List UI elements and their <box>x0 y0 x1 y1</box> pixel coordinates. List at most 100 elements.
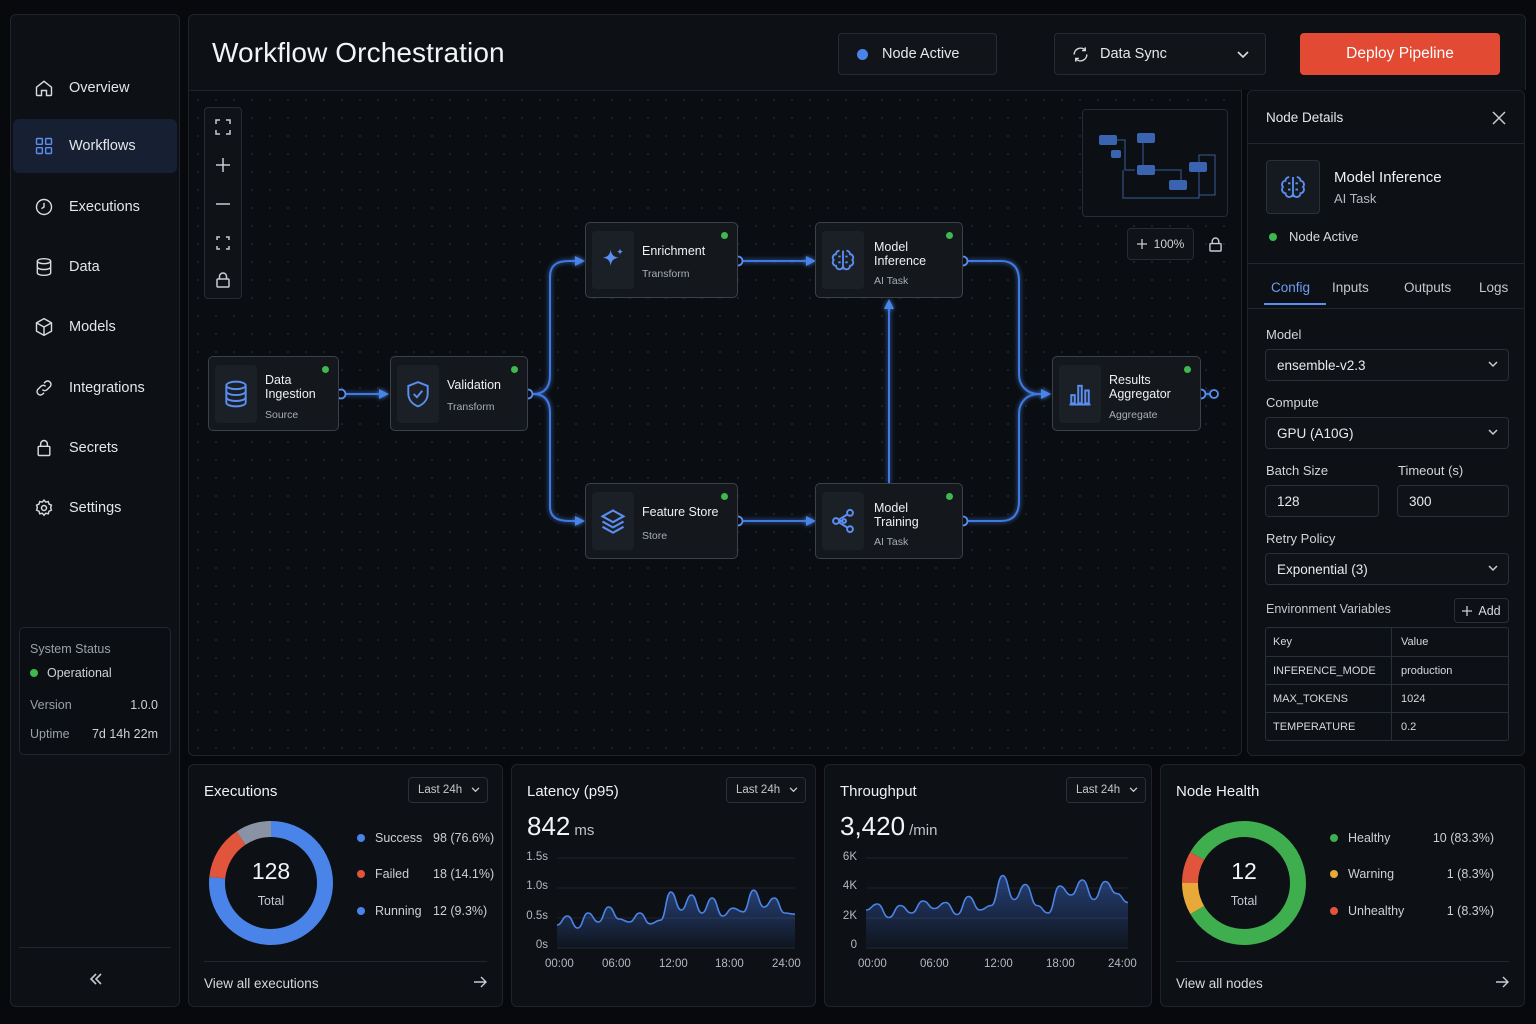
node-feature-store[interactable]: Feature Store Store <box>585 483 738 559</box>
chevron-down-icon <box>1129 787 1138 793</box>
legend-label: Healthy <box>1348 831 1391 845</box>
env-key[interactable]: MAX_TOKENS <box>1266 685 1392 712</box>
status-dot <box>857 48 868 60</box>
model-select[interactable]: ensemble-v2.3 <box>1265 349 1509 381</box>
workflow-canvas[interactable]: 100% Data Ingestion Source Validation Tr… <box>188 90 1242 756</box>
latency-unit: ms <box>574 822 595 839</box>
x-tick-label: 00:00 <box>545 958 574 970</box>
retry-policy-select[interactable]: Exponential (3) <box>1265 553 1509 585</box>
node-enrichment[interactable]: Enrichment Transform <box>585 222 738 298</box>
node-title: Validation <box>447 378 501 392</box>
zoom-level-control[interactable]: 100% <box>1127 228 1194 260</box>
env-value[interactable]: 0.2 <box>1392 713 1508 740</box>
legend-dot <box>357 907 365 915</box>
x-tick-label: 06:00 <box>602 958 631 970</box>
fullscreen-icon <box>216 236 230 250</box>
view-all-nodes-link[interactable]: View all nodes <box>1176 961 1509 991</box>
timeout-label: Timeout (s) <box>1398 463 1464 478</box>
table-row[interactable]: INFERENCE_MODE production <box>1266 656 1508 684</box>
node-model-inference[interactable]: Model Inference AI Task <box>815 222 963 298</box>
executions-card: Executions Last 24h 128 Total Success 98… <box>188 764 503 1007</box>
close-icon <box>1492 111 1506 125</box>
sidebar-item-data[interactable]: Data <box>13 240 177 294</box>
node-type: AI Task <box>874 275 909 287</box>
env-value[interactable]: 1024 <box>1392 685 1508 712</box>
sidebar-item-integrations[interactable]: Integrations <box>13 361 177 415</box>
clock-icon <box>33 196 55 218</box>
time-range-select[interactable]: Last 24h <box>1066 777 1146 803</box>
node-status-indicator[interactable]: Node Active <box>838 33 997 75</box>
details-status-label: Node Active <box>1289 229 1359 244</box>
deploy-pipeline-button[interactable]: Deploy Pipeline <box>1300 33 1500 75</box>
time-range-select[interactable]: Last 24h <box>726 777 806 803</box>
y-tick-label: 1.5s <box>526 851 548 863</box>
version-row: Version 1.0.0 <box>30 698 158 712</box>
timeout-input[interactable]: 300 <box>1397 485 1509 517</box>
executions-total: 128 <box>251 858 291 884</box>
divider <box>1248 308 1524 309</box>
y-tick-label: 0.5s <box>526 910 548 922</box>
time-range-select[interactable]: Last 24h <box>408 777 488 803</box>
minimap[interactable] <box>1082 109 1228 217</box>
node-data-ingestion[interactable]: Data Ingestion Source <box>208 356 339 431</box>
throughput-area-chart <box>866 857 1128 949</box>
node-results-aggregator[interactable]: Results Aggregator Aggregate <box>1052 356 1201 431</box>
sidebar-item-label: Settings <box>69 500 122 516</box>
details-heading: Node Details <box>1266 110 1344 125</box>
legend-item-warning: Warning 1 (8.3%) <box>1330 867 1494 881</box>
zoom-out-button[interactable] <box>205 185 241 223</box>
node-title: Results Aggregator <box>1109 373 1171 401</box>
status-dot <box>1269 232 1277 241</box>
add-label: Add <box>1478 603 1501 618</box>
x-tick-label: 24:00 <box>772 958 801 970</box>
node-health-total: 12 <box>1231 858 1257 884</box>
y-tick-label: 1.0s <box>526 880 548 892</box>
env-key[interactable]: INFERENCE_MODE <box>1266 657 1392 684</box>
node-status-dot <box>721 232 728 239</box>
sidebar-item-settings[interactable]: Settings <box>13 481 177 535</box>
env-key[interactable]: TEMPERATURE <box>1266 713 1392 740</box>
fullscreen-button[interactable] <box>205 224 241 262</box>
tab-outputs[interactable]: Outputs <box>1404 280 1451 295</box>
view-all-executions-link[interactable]: View all executions <box>204 961 487 991</box>
tab-logs[interactable]: Logs <box>1479 280 1508 295</box>
compute-select[interactable]: GPU (A10G) <box>1265 417 1509 449</box>
collapse-sidebar-button[interactable] <box>81 967 111 991</box>
sidebar-item-executions[interactable]: Executions <box>13 180 177 234</box>
lock-canvas-button[interactable] <box>205 261 241 299</box>
sidebar-item-overview[interactable]: Overview <box>13 61 177 115</box>
add-env-var-button[interactable]: Add <box>1454 598 1509 623</box>
tab-inputs[interactable]: Inputs <box>1332 280 1369 295</box>
fit-view-button[interactable] <box>205 108 241 146</box>
env-value[interactable]: production <box>1392 657 1508 684</box>
data-sync-select[interactable]: Data Sync <box>1054 33 1266 75</box>
node-model-training[interactable]: Model Training AI Task <box>815 483 963 559</box>
node-title: Enrichment <box>642 244 706 258</box>
table-row[interactable]: TEMPERATURE 0.2 <box>1266 712 1508 740</box>
throughput-value: 3,420/min <box>840 811 937 842</box>
node-status-dot <box>946 232 953 239</box>
batch-size-input[interactable]: 128 <box>1265 485 1379 517</box>
sidebar-item-label: Secrets <box>69 440 119 456</box>
minimap-lock-button[interactable] <box>1200 228 1230 260</box>
zoom-in-button[interactable] <box>205 146 241 184</box>
close-details-button[interactable] <box>1492 111 1508 127</box>
card-title: Throughput <box>840 783 917 800</box>
table-row[interactable]: MAX_TOKENS 1024 <box>1266 684 1508 712</box>
legend-value: 98 (76.6%) <box>433 831 495 845</box>
node-health-card: Node Health 12 Total Healthy 10 (83.3%) … <box>1160 764 1525 1007</box>
sidebar-item-models[interactable]: Models <box>13 300 177 354</box>
donut-slice-running <box>236 821 272 845</box>
chevron-down-icon <box>1488 565 1498 572</box>
latency-card: Latency (p95) Last 24h 842 ms 1.5s 1.0s 0… <box>511 764 816 1007</box>
model-label: Model <box>1266 327 1302 342</box>
expand-icon <box>215 119 231 135</box>
tab-config[interactable]: Config <box>1271 280 1310 295</box>
sidebar-item-workflows[interactable]: Workflows <box>13 119 177 173</box>
executions-total-label: Total <box>257 894 285 908</box>
node-validation[interactable]: Validation Transform <box>390 356 528 431</box>
sidebar-item-secrets[interactable]: Secrets <box>13 421 177 475</box>
table-header: Key Value <box>1266 628 1508 656</box>
sidebar-item-label: Integrations <box>69 380 145 396</box>
chevron-down-icon <box>1488 361 1498 368</box>
